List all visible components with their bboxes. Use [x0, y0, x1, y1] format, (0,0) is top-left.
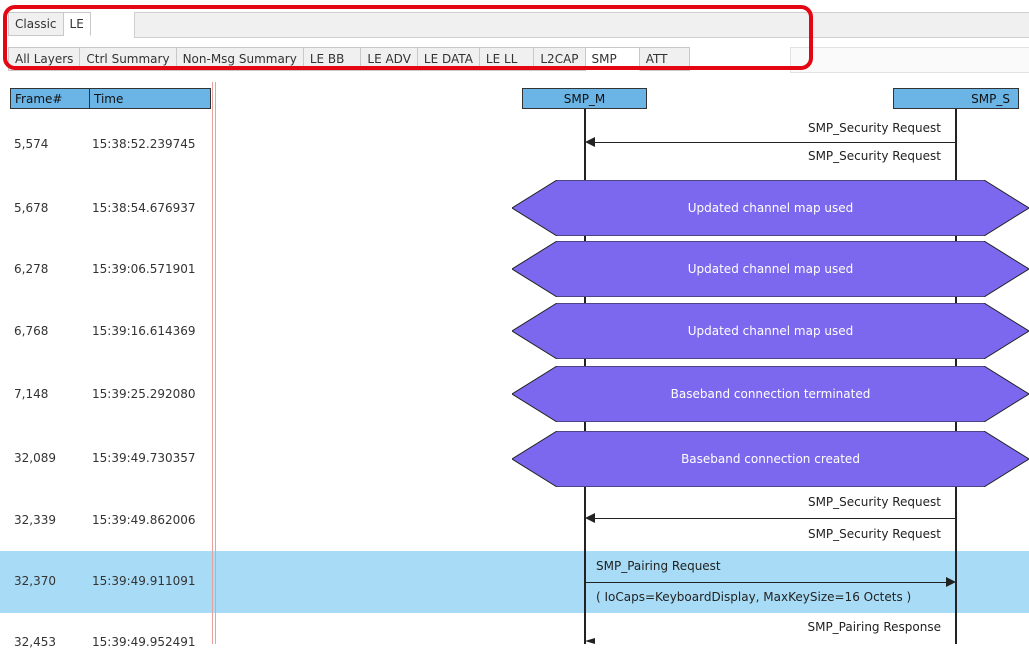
time-cell[interactable]: 15:39:25.292080 [92, 387, 196, 401]
tab-le-adv[interactable]: LE ADV [361, 47, 418, 71]
frame-cell[interactable]: 7,148 [14, 387, 48, 401]
time-column-header[interactable]: Time [89, 88, 211, 109]
message-arrow[interactable] [586, 582, 950, 583]
message-label[interactable]: SMP_Security Request [808, 495, 941, 509]
event-label: Updated channel map used [687, 262, 854, 276]
frame-cell[interactable]: 6,768 [14, 324, 48, 338]
frame-cell[interactable]: 32,339 [14, 513, 56, 527]
protocol-tabs: Classic LE [8, 12, 91, 36]
lifeline-header-smp-s: SMP_S [893, 88, 1019, 109]
frame-cell[interactable]: 32,370 [14, 574, 56, 588]
tab-le[interactable]: LE [63, 12, 91, 36]
time-cell[interactable]: 15:38:54.676937 [92, 201, 196, 215]
arrowhead-left-icon [585, 513, 595, 523]
layer-tabs-area: Classic LE All Layers Ctrl Summary Non-M… [0, 0, 1029, 76]
event-hexagon[interactable]: Baseband connection terminated [512, 366, 1029, 422]
frame-column-header[interactable]: Frame# [10, 88, 90, 109]
time-cell[interactable]: 15:39:06.571901 [92, 262, 196, 276]
time-cell[interactable]: 15:39:16.614369 [92, 324, 196, 338]
tab-smp[interactable]: SMP [585, 47, 640, 71]
protocol-tab-strip [134, 12, 1029, 38]
event-hexagon[interactable]: Baseband connection created [512, 431, 1029, 487]
time-cell[interactable]: 15:39:49.862006 [92, 513, 196, 527]
frame-cell[interactable]: 32,453 [14, 635, 56, 649]
tab-non-msg-summary[interactable]: Non-Msg Summary [176, 47, 304, 71]
arrowhead-left-icon [585, 137, 595, 147]
event-label: Updated channel map used [687, 324, 854, 338]
event-hexagon[interactable]: Updated channel map used [512, 180, 1029, 236]
time-cell[interactable]: 15:38:52.239745 [92, 137, 196, 151]
event-label: Baseband connection terminated [670, 387, 871, 401]
message-label[interactable]: SMP_Pairing Response [807, 620, 941, 634]
tab-l2cap[interactable]: L2CAP [534, 47, 586, 71]
event-label: Baseband connection created [681, 452, 860, 466]
tab-le-ll[interactable]: LE LL [479, 47, 535, 71]
message-label[interactable]: SMP_Security Request [808, 149, 941, 163]
message-label[interactable]: SMP_Security Request [808, 121, 941, 135]
lifeline-header-smp-m: SMP_M [522, 88, 647, 109]
tab-all-layers[interactable]: All Layers [8, 47, 81, 71]
time-cell[interactable]: 15:39:49.911091 [92, 574, 196, 588]
tab-att[interactable]: ATT [639, 47, 691, 71]
pane-divider[interactable] [212, 82, 213, 644]
message-label[interactable]: SMP_Pairing Request [596, 559, 721, 573]
event-hexagon[interactable]: Updated channel map used [512, 303, 1029, 359]
frame-cell[interactable]: 5,574 [14, 137, 48, 151]
message-arrow[interactable] [590, 142, 955, 143]
tab-le-bb[interactable]: LE BB [303, 47, 362, 71]
arrowhead-right-icon [946, 577, 956, 587]
arrowhead-left-icon [585, 638, 595, 644]
message-parameters[interactable]: ( IoCaps=KeyboardDisplay, MaxKeySize=16 … [596, 590, 911, 604]
tab-ctrl-summary[interactable]: Ctrl Summary [80, 47, 177, 71]
time-cell[interactable]: 15:39:49.952491 [92, 635, 196, 649]
message-arrow[interactable] [590, 518, 955, 519]
message-label[interactable]: SMP_Security Request [808, 527, 941, 541]
event-hexagon[interactable]: Updated channel map used [512, 241, 1029, 297]
time-cell[interactable]: 15:39:49.730357 [92, 451, 196, 465]
event-label: Updated channel map used [687, 201, 854, 215]
tab-classic[interactable]: Classic [8, 12, 64, 36]
layer-tabs: All Layers Ctrl Summary Non-Msg Summary … [8, 47, 691, 71]
tab-le-data[interactable]: LE DATA [417, 47, 480, 71]
frame-cell[interactable]: 32,089 [14, 451, 56, 465]
pane-divider-shadow [215, 82, 216, 644]
layer-tab-strip [790, 47, 1029, 73]
frame-cell[interactable]: 5,678 [14, 201, 48, 215]
frame-cell[interactable]: 6,278 [14, 262, 48, 276]
